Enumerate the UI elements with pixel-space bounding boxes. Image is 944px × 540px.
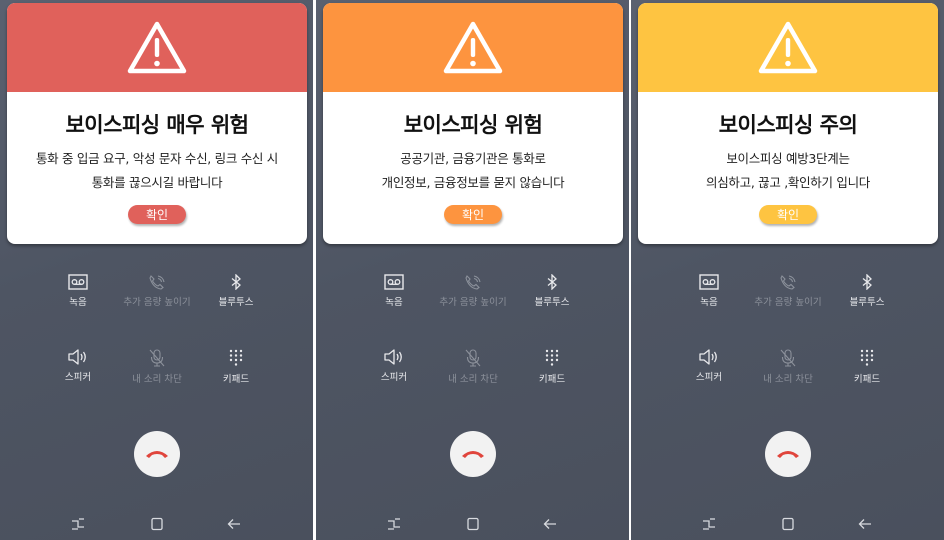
home-icon[interactable] bbox=[780, 516, 796, 532]
warning-icon bbox=[758, 21, 818, 73]
confirm-button[interactable]: 확인 bbox=[128, 205, 186, 224]
bluetooth-icon bbox=[547, 274, 557, 290]
warning-header bbox=[638, 3, 938, 92]
bluetooth-icon bbox=[862, 274, 872, 290]
speaker-label: 스피커 bbox=[64, 372, 92, 383]
keypad-button[interactable]: 키패드 bbox=[507, 349, 597, 385]
mute-label: 내 소리 차단 bbox=[448, 374, 498, 385]
extra-volume-label: 추가 음량 높이기 bbox=[123, 297, 191, 308]
hang-up-icon bbox=[462, 451, 484, 458]
home-icon[interactable] bbox=[149, 516, 165, 532]
message-line: 보이스피싱 예방3단계는 bbox=[726, 151, 850, 166]
record-label: 녹음 bbox=[385, 297, 403, 308]
bluetooth-button[interactable]: 블루투스 bbox=[191, 274, 281, 308]
hang-up-icon bbox=[777, 451, 799, 458]
message-line: 의심하고, 끊고 ,확인하기 입니다 bbox=[706, 175, 870, 190]
warning-title: 보이스피싱 주의 bbox=[718, 113, 858, 137]
bluetooth-icon bbox=[231, 274, 241, 290]
record-button[interactable]: 녹음 bbox=[664, 274, 754, 308]
extra-volume-label: 추가 음량 높이기 bbox=[754, 297, 822, 308]
back-icon[interactable] bbox=[857, 516, 873, 532]
speaker-button[interactable]: 스피커 bbox=[349, 349, 439, 383]
warning-message: 보이스피싱 예방3단계는 의심하고, 끊고 ,확인하기 입니다 bbox=[638, 147, 938, 195]
extra-volume-label: 추가 음량 높이기 bbox=[439, 297, 507, 308]
keypad-icon bbox=[545, 349, 559, 366]
speaker-button[interactable]: 스피커 bbox=[664, 349, 754, 383]
speaker-icon bbox=[699, 349, 717, 365]
recent-apps-icon[interactable] bbox=[386, 516, 402, 532]
message-line: 공공기관, 금융기관은 통화로 bbox=[400, 151, 546, 166]
warning-icon bbox=[443, 21, 503, 73]
warning-message: 공공기관, 금융기관은 통화로 개인정보, 금융정보를 묻지 않습니다 bbox=[323, 147, 623, 195]
keypad-label: 키패드 bbox=[222, 374, 250, 385]
warning-header bbox=[7, 3, 307, 92]
warning-dialog: 보이스피싱 주의 보이스피싱 예방3단계는 의심하고, 끊고 ,확인하기 입니다… bbox=[638, 3, 938, 244]
bluetooth-label: 블루투스 bbox=[849, 297, 885, 308]
bluetooth-button[interactable]: 블루투스 bbox=[822, 274, 912, 308]
warning-icon bbox=[127, 21, 187, 73]
mute-label: 내 소리 차단 bbox=[132, 374, 182, 385]
speaker-label: 스피커 bbox=[380, 372, 408, 383]
speaker-button[interactable]: 스피커 bbox=[33, 349, 123, 383]
end-call-button[interactable] bbox=[134, 431, 180, 477]
warning-message: 통화 중 입금 요구, 악성 문자 수신, 링크 수신 시 통화를 끊으시길 바… bbox=[7, 147, 307, 195]
back-icon[interactable] bbox=[542, 516, 558, 532]
keypad-button[interactable]: 키패드 bbox=[822, 349, 912, 385]
keypad-button[interactable]: 키패드 bbox=[191, 349, 281, 385]
bluetooth-label: 블루투스 bbox=[218, 297, 254, 308]
extra-volume-button[interactable]: 추가 음량 높이기 bbox=[112, 274, 202, 308]
end-call-button[interactable] bbox=[450, 431, 496, 477]
call-screen-panel: 보이스피싱 주의 보이스피싱 예방3단계는 의심하고, 끊고 ,확인하기 입니다… bbox=[631, 0, 944, 540]
extra-volume-button[interactable]: 추가 음량 높이기 bbox=[428, 274, 518, 308]
bluetooth-label: 블루투스 bbox=[534, 297, 570, 308]
warning-title: 보이스피싱 매우 위험 bbox=[65, 113, 249, 137]
warning-dialog: 보이스피싱 매우 위험 통화 중 입금 요구, 악성 문자 수신, 링크 수신 … bbox=[7, 3, 307, 244]
keypad-label: 키패드 bbox=[538, 374, 566, 385]
phone-volume-icon bbox=[149, 275, 165, 290]
voicemail-icon bbox=[68, 274, 88, 290]
record-label: 녹음 bbox=[69, 297, 87, 308]
warning-title: 보이스피싱 위험 bbox=[403, 113, 543, 137]
record-label: 녹음 bbox=[700, 297, 718, 308]
message-line: 통화를 끊으시길 바랍니다 bbox=[91, 175, 223, 190]
message-line: 통화 중 입금 요구, 악성 문자 수신, 링크 수신 시 bbox=[35, 151, 278, 166]
home-icon[interactable] bbox=[465, 516, 481, 532]
mic-off-icon bbox=[780, 349, 796, 367]
phone-volume-icon bbox=[465, 275, 481, 290]
keypad-icon bbox=[860, 349, 874, 366]
speaker-icon bbox=[68, 349, 86, 365]
message-line: 개인정보, 금융정보를 묻지 않습니다 bbox=[381, 175, 565, 190]
keypad-label: 키패드 bbox=[853, 374, 881, 385]
extra-volume-button[interactable]: 추가 음량 높이기 bbox=[743, 274, 833, 308]
call-screen-panel: 보이스피싱 매우 위험 통화 중 입금 요구, 악성 문자 수신, 링크 수신 … bbox=[0, 0, 313, 540]
phone-volume-icon bbox=[780, 275, 796, 290]
warning-header bbox=[323, 3, 623, 92]
confirm-button[interactable]: 확인 bbox=[444, 205, 502, 224]
call-screen-panel: 보이스피싱 위험 공공기관, 금융기관은 통화로 개인정보, 금융정보를 묻지 … bbox=[316, 0, 629, 540]
speaker-icon bbox=[384, 349, 402, 365]
warning-dialog: 보이스피싱 위험 공공기관, 금융기관은 통화로 개인정보, 금융정보를 묻지 … bbox=[323, 3, 623, 244]
recent-apps-icon[interactable] bbox=[701, 516, 717, 532]
hang-up-icon bbox=[146, 451, 168, 458]
record-button[interactable]: 녹음 bbox=[349, 274, 439, 308]
voicemail-icon bbox=[384, 274, 404, 290]
mute-button[interactable]: 내 소리 차단 bbox=[428, 349, 518, 385]
bluetooth-button[interactable]: 블루투스 bbox=[507, 274, 597, 308]
speaker-label: 스피커 bbox=[695, 372, 723, 383]
mic-off-icon bbox=[149, 349, 165, 367]
mute-button[interactable]: 내 소리 차단 bbox=[112, 349, 202, 385]
confirm-button[interactable]: 확인 bbox=[759, 205, 817, 224]
keypad-icon bbox=[229, 349, 243, 366]
mic-off-icon bbox=[465, 349, 481, 367]
voicemail-icon bbox=[699, 274, 719, 290]
recent-apps-icon[interactable] bbox=[70, 516, 86, 532]
end-call-button[interactable] bbox=[765, 431, 811, 477]
record-button[interactable]: 녹음 bbox=[33, 274, 123, 308]
back-icon[interactable] bbox=[226, 516, 242, 532]
mute-label: 내 소리 차단 bbox=[763, 374, 813, 385]
mute-button[interactable]: 내 소리 차단 bbox=[743, 349, 833, 385]
